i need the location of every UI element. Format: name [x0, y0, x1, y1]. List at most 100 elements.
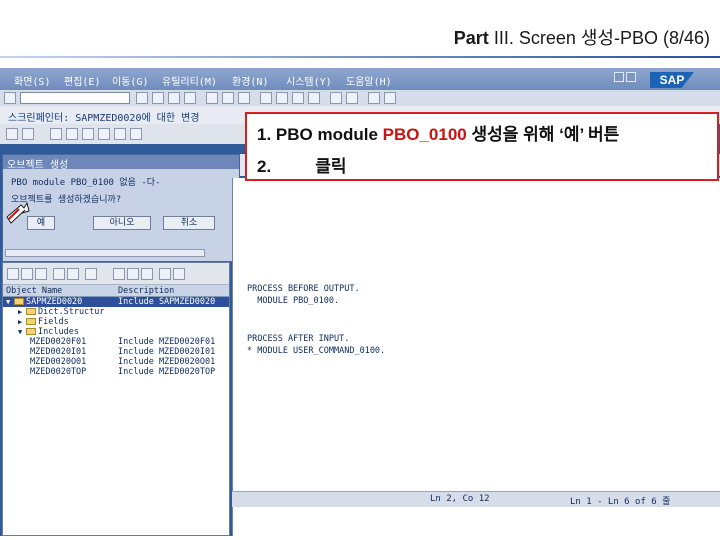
- menu-bar: 화면(S) 편집(E) 이동(G) 유틸리티(M) 환경(N) 시스템(Y) 도…: [0, 68, 720, 90]
- nav-back-icon[interactable]: [7, 268, 19, 280]
- tree-row-name: MZED0020TOP: [30, 367, 87, 377]
- callout-step-number: 2.: [257, 157, 272, 176]
- expand-right-icon[interactable]: ▶: [18, 318, 26, 326]
- nav-expand-icon[interactable]: [53, 268, 65, 280]
- callout-line2: 2. 클릭: [257, 152, 346, 177]
- forward-arrow-icon[interactable]: [22, 128, 34, 140]
- nav-help-icon[interactable]: [173, 268, 185, 280]
- expand-down-icon[interactable]: ▼: [18, 328, 26, 336]
- tree-row[interactable]: ▶ Dict.Structur: [3, 307, 229, 317]
- tree-row-description: Include MZED0020I01: [118, 347, 216, 357]
- cursor-position: Ln 2, Co 12: [430, 494, 490, 504]
- tree-row[interactable]: MZED0020TOP Include MZED0020TOP: [3, 367, 229, 377]
- cancel-button[interactable]: 취소: [163, 216, 215, 230]
- maximize-icon[interactable]: [626, 72, 636, 82]
- col-object-name[interactable]: Object Name: [6, 286, 62, 296]
- save-icon[interactable]: [136, 92, 148, 104]
- slide-title: Part III. Screen 생성-PBO (8/46): [454, 24, 710, 50]
- find-icon[interactable]: [222, 92, 234, 104]
- nav-settings-icon[interactable]: [141, 268, 153, 280]
- prev-page-icon[interactable]: [276, 92, 288, 104]
- menu-item-goto[interactable]: 이동(G): [112, 73, 148, 88]
- enter-icon[interactable]: [4, 92, 16, 104]
- dialog-title: 오브젝트 생성: [3, 155, 239, 171]
- title-divider: [0, 56, 720, 58]
- next-page-icon[interactable]: [292, 92, 304, 104]
- where-used-icon[interactable]: [98, 128, 110, 140]
- shortcut-icon[interactable]: [346, 92, 358, 104]
- tree-header: Object Name Description: [3, 285, 229, 297]
- tree-row-name: Includes: [38, 327, 79, 337]
- tree-row[interactable]: MZED0020O01 Include MZED0020O01: [3, 357, 229, 367]
- yes-button[interactable]: 예: [27, 216, 55, 230]
- first-page-icon[interactable]: [260, 92, 272, 104]
- nav-collapse-icon[interactable]: [67, 268, 79, 280]
- code-line-4[interactable]: * MODULE USER_COMMAND_0100.: [247, 346, 385, 356]
- object-list-icon[interactable]: [114, 128, 126, 140]
- tree-row-name: Dict.Structur: [38, 307, 105, 317]
- test-icon[interactable]: [130, 128, 142, 140]
- back-arrow-icon[interactable]: [6, 128, 18, 140]
- menu-item-utilities[interactable]: 유틸리티(M): [162, 73, 217, 88]
- code-line-3[interactable]: PROCESS AFTER INPUT.: [247, 334, 349, 344]
- exit-icon[interactable]: [168, 92, 180, 104]
- tree-row[interactable]: MZED0020I01 Include MZED0020I01: [3, 347, 229, 357]
- layout-icon[interactable]: [384, 92, 396, 104]
- tree-row-name: Fields: [38, 317, 69, 327]
- cancel-icon[interactable]: [184, 92, 196, 104]
- nav-print-icon[interactable]: [127, 268, 139, 280]
- expand-down-icon[interactable]: ▼: [6, 298, 14, 306]
- code-line-2[interactable]: MODULE PBO_0100.: [247, 296, 339, 306]
- print-icon[interactable]: [206, 92, 218, 104]
- nav-forward-icon[interactable]: [21, 268, 33, 280]
- check-icon[interactable]: [66, 128, 78, 140]
- tree-row[interactable]: ▶ Fields: [3, 317, 229, 327]
- code-line-1[interactable]: PROCESS BEFORE OUTPUT.: [247, 284, 360, 294]
- find-next-icon[interactable]: [238, 92, 250, 104]
- new-session-icon[interactable]: [330, 92, 342, 104]
- editor-status-bar: Ln 2, Co 12 Ln 1 - Ln 6 of 6 줄: [232, 491, 720, 507]
- back-icon[interactable]: [152, 92, 164, 104]
- nav-grid-icon[interactable]: [113, 268, 125, 280]
- menu-item-environment[interactable]: 환경(N): [232, 73, 268, 88]
- application-toolbar: [0, 124, 245, 144]
- object-navigator: Object Name Description ▼ SAPMZED0020 Incl…: [2, 262, 230, 536]
- minimize-icon[interactable]: [614, 72, 624, 82]
- no-button[interactable]: 아니오: [93, 216, 151, 230]
- menu-item-system[interactable]: 시스템(Y): [286, 73, 332, 88]
- menu-item-screen[interactable]: 화면(S): [14, 73, 50, 88]
- slide-title-part: Part: [453, 28, 489, 48]
- callout-suffix: 생성을 위해 ‘예’ 버튼: [466, 125, 620, 144]
- activate-icon[interactable]: [82, 128, 94, 140]
- tree-row[interactable]: MZED0020F01 Include MZED0020F01: [3, 337, 229, 347]
- slide-title-rest: III. Screen 생성-PBO (8/46): [493, 28, 710, 48]
- nav-up-icon[interactable]: [35, 268, 47, 280]
- callout-line1: 1. PBO module PBO_0100 생성을 위해 ‘예’ 버튼: [257, 120, 619, 145]
- tree-row-description: Include SAPMZED0020: [118, 297, 216, 307]
- folder-icon: [26, 318, 36, 325]
- menu-item-edit[interactable]: 편집(E): [64, 73, 100, 88]
- last-page-icon[interactable]: [308, 92, 320, 104]
- tree-row[interactable]: ▼ Includes: [3, 327, 229, 337]
- tree-row-name: MZED0020F01: [30, 337, 87, 347]
- callout-prefix: 1. PBO module: [257, 125, 383, 144]
- tree-row[interactable]: ▼ SAPMZED0020 Include SAPMZED0020: [3, 297, 229, 307]
- col-description[interactable]: Description: [118, 286, 174, 296]
- tree-row-description: Include MZED0020O01: [118, 357, 216, 367]
- tree-row-name: SAPMZED0020: [26, 297, 83, 307]
- display-change-icon[interactable]: [50, 128, 62, 140]
- tree-row-description: Include MZED0020TOP: [118, 367, 216, 377]
- sap-logo: SAP: [650, 72, 694, 88]
- dialog-scrollbar[interactable]: [5, 249, 205, 257]
- standard-toolbar: [0, 90, 720, 106]
- command-field[interactable]: [20, 92, 130, 104]
- expand-right-icon[interactable]: ▶: [18, 308, 26, 316]
- flow-logic-editor[interactable]: PROCESS BEFORE OUTPUT. MODULE PBO_0100. …: [232, 178, 720, 536]
- folder-icon: [14, 298, 24, 305]
- navigator-toolbar: [3, 263, 229, 285]
- nav-filter-icon[interactable]: [85, 268, 97, 280]
- menu-item-help[interactable]: 도움말(H): [346, 73, 392, 88]
- tree-row-description: Include MZED0020F01: [118, 337, 216, 347]
- nav-refresh-icon[interactable]: [159, 268, 171, 280]
- help-icon[interactable]: [368, 92, 380, 104]
